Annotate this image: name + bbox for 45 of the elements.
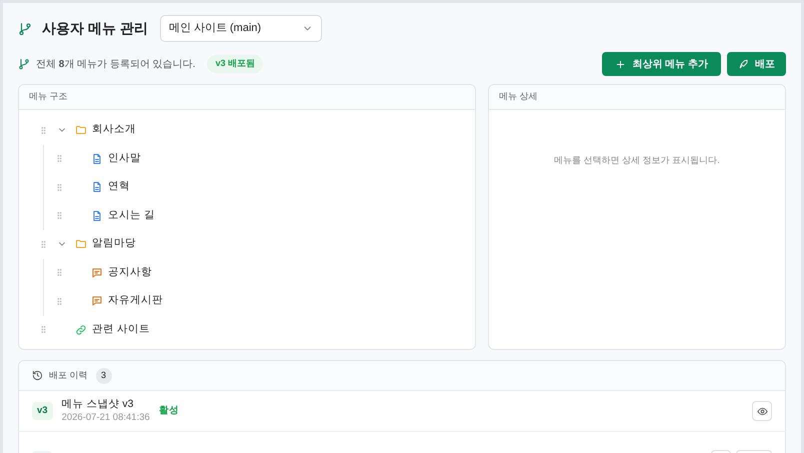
deploy-status-badge: v3 배포됨 [207,55,263,73]
panel-title: 메뉴 상세 [499,90,538,104]
menu-item[interactable]: 오시는 길 [108,208,155,224]
status-label: 활성 [158,404,179,418]
drag-handle-icon [55,268,64,278]
menu-item[interactable]: 회사소개 [92,122,136,138]
branch-icon [18,22,32,36]
page-title: 사용자 메뉴 관리 [42,19,148,38]
link-icon [75,324,87,336]
message-icon [91,266,103,279]
version-badge: v3 [32,402,53,420]
menu-item[interactable]: 자유게시판 [108,293,163,310]
menu-item[interactable]: 알림마당 [92,236,136,252]
drag-handle-icon [55,211,64,220]
summary-text: 전체 8개 메뉴가 등록되어 있습니다. [36,58,196,72]
drag-handle-icon [55,154,64,164]
document-icon [91,152,103,165]
message-icon [91,295,103,308]
plus-icon [615,58,626,70]
add-menu-button[interactable]: 최상위 메뉴 추가 [602,52,721,76]
drag-handle-icon [39,325,48,334]
history-icon [32,370,43,381]
document-icon [91,181,103,194]
drag-handle-icon [39,126,48,135]
site-select[interactable]: 메인 사이트 (main) [160,15,322,42]
preview-button[interactable] [752,401,772,421]
snapshot-time: 2026-07-21 08:41:36 [62,411,150,424]
drag-handle-icon [55,296,64,306]
panel-title: 메뉴 구조 [29,90,68,104]
folder-icon [75,124,87,136]
branch-icon [18,58,30,70]
deploy-button[interactable]: 배포 [727,52,786,76]
folder-icon [75,238,87,250]
empty-state-text: 메뉴를 선택하면 상세 정보가 표시됩니다. [554,154,720,167]
snapshot-title: 메뉴 스냅샷 v3 [62,398,135,411]
count-badge: 3 [96,368,112,384]
menu-item[interactable]: 연혁 [108,179,130,196]
menu-item[interactable]: 인사말 [108,150,141,167]
menu-item[interactable]: 공지사항 [108,264,152,281]
document-icon [91,210,103,222]
drag-handle-icon [39,240,48,249]
menu-item[interactable]: 관련 사이트 [92,322,150,338]
eye-icon [756,406,768,416]
drag-handle-icon [55,182,64,192]
history-title: 배포 이력 [49,368,88,382]
